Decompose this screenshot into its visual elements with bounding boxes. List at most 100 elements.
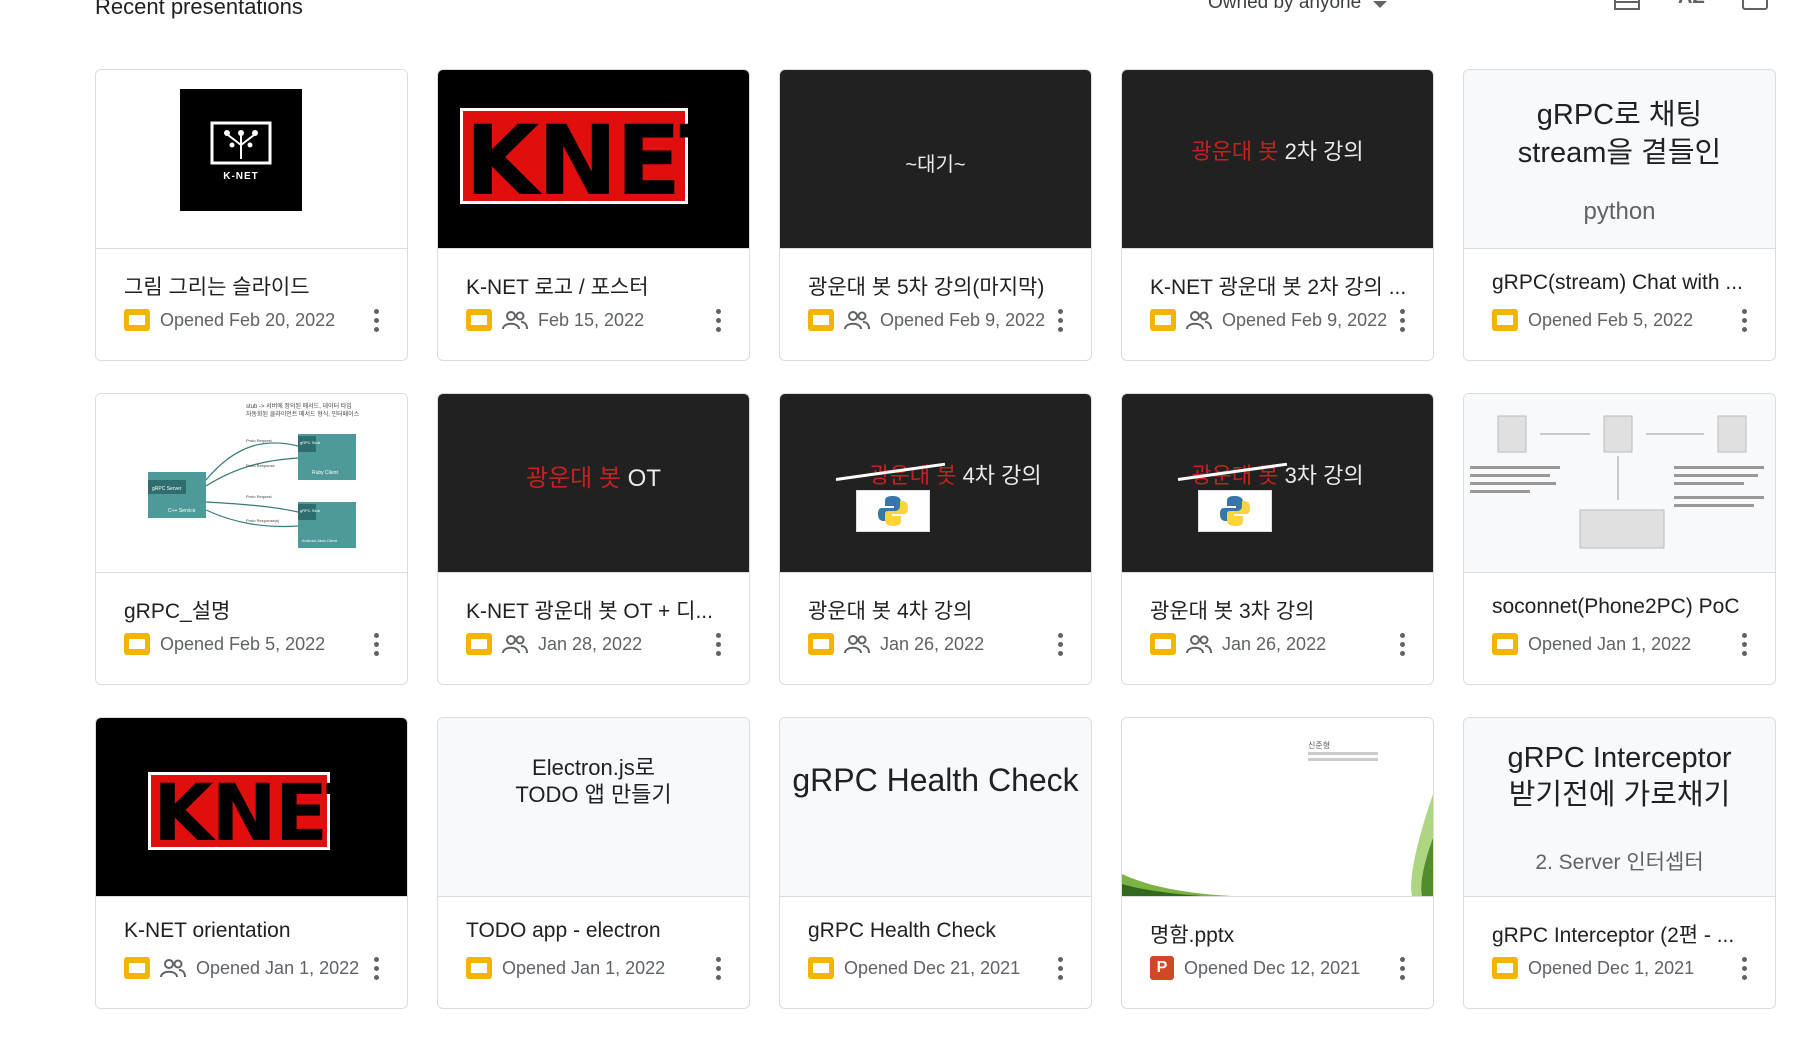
- card-thumbnail: stub -> 서버에 정의된 메서드, 데이터 타입 자동화된 클라이언트 메…: [96, 394, 407, 573]
- thumb-text: Electron.js로 TODO 앱 만들기: [438, 754, 749, 808]
- more-options-icon[interactable]: [713, 306, 723, 334]
- more-options-icon[interactable]: [1397, 306, 1407, 334]
- shared-people-icon: [1186, 635, 1212, 654]
- slides-icon: [124, 633, 150, 655]
- more-options-icon[interactable]: [371, 306, 381, 334]
- card-thumbnail: KNET: [96, 718, 407, 897]
- slides-icon: [1492, 309, 1518, 331]
- card-meta: Opened Jan 1, 2022: [124, 954, 359, 982]
- more-options-icon[interactable]: [1397, 954, 1407, 982]
- thumb-line-3: python: [1583, 198, 1656, 225]
- presentation-card[interactable]: gRPC Interceptor 받기전에 가로채기 2. Server 인터셉…: [1463, 717, 1776, 1009]
- section-title: Recent presentations: [95, 0, 303, 19]
- card-meta: Opened Jan 1, 2022: [466, 954, 665, 982]
- list-view-icon[interactable]: [1614, 0, 1640, 10]
- card-meta: Opened Feb 9, 2022: [1150, 306, 1387, 334]
- more-options-icon[interactable]: [1739, 630, 1749, 658]
- thumb-text: gRPC Interceptor 받기전에 가로채기: [1464, 740, 1775, 814]
- presentation-card[interactable]: ~대기~ 광운대 봇 5차 강의(마지막) Opened Feb 9, 2022: [779, 69, 1092, 361]
- knet-logo-text: KNET: [153, 769, 379, 859]
- presentation-card[interactable]: KNET K-NET 로고 / 포스터 Feb 15, 2022: [437, 69, 750, 361]
- python-icon: [878, 496, 908, 526]
- shared-people-icon: [844, 311, 870, 330]
- more-options-icon[interactable]: [713, 630, 723, 658]
- card-date: Jan 26, 2022: [1222, 633, 1327, 654]
- card-meta: Opened Feb 20, 2022: [124, 306, 335, 334]
- card-title: K-NET orientation: [124, 919, 291, 942]
- knet-logo: KNET: [460, 105, 745, 217]
- card-meta: Opened Feb 5, 2022: [124, 630, 325, 658]
- card-meta: Opened Feb 9, 2022: [808, 306, 1045, 334]
- sort-az-icon[interactable]: AZ: [1678, 0, 1705, 9]
- presentation-card[interactable]: gRPC Health Check gRPC Health Check Open…: [779, 717, 1092, 1009]
- card-meta: Jan 26, 2022: [1150, 630, 1326, 658]
- card-thumbnail: gRPC로 채팅 stream을 곁들인 python: [1464, 70, 1775, 249]
- presentation-card[interactable]: 광운대 봇 OT K-NET 광운대 봇 OT + 디... Jan 28, 2…: [437, 393, 750, 685]
- more-options-icon[interactable]: [371, 954, 381, 982]
- client-1-label: Ruby Client: [312, 470, 338, 476]
- stub-2-label: gRPC Stub: [300, 508, 321, 513]
- owner-filter-dropdown[interactable]: Owned by anyone: [1208, 0, 1388, 14]
- slides-icon: [124, 957, 150, 979]
- thumb-line-1: Electron.js로: [532, 755, 655, 780]
- thumb-line-2: 받기전에 가로채기: [1508, 779, 1731, 811]
- python-logo-icon: [1198, 490, 1272, 532]
- card-thumbnail: Electron.js로 TODO 앱 만들기: [438, 718, 749, 897]
- slides-icon: [808, 633, 834, 655]
- presentation-card[interactable]: soconnet(Phone2PC) PoC Opened Jan 1, 202…: [1463, 393, 1776, 685]
- presentation-card[interactable]: stub -> 서버에 정의된 메서드, 데이터 타입 자동화된 클라이언트 메…: [95, 393, 408, 685]
- more-options-icon[interactable]: [1055, 630, 1065, 658]
- card-title: K-NET 광운대 봇 2차 강의 ...: [1150, 276, 1407, 299]
- section-header: Recent presentations Owned by anyone AZ: [0, 0, 1803, 40]
- thumb-text: gRPC로 채팅 stream을 곁들인: [1464, 96, 1775, 172]
- presentation-card[interactable]: 신준형 명함.pptx P Opened Dec 12, 2021: [1121, 717, 1434, 1009]
- diagram-caption-2: 자동화된 클라이언트 메서드 형식, 인터페이스: [246, 410, 360, 418]
- card-thumbnail: KNET: [438, 70, 749, 249]
- slides-icon: [1150, 633, 1176, 655]
- owner-filter-label: Owned by anyone: [1208, 0, 1362, 13]
- presentation-card[interactable]: 광운대 봇 4차 강의 광운대 봇 4차 강의 Jan 26, 2022: [779, 393, 1092, 685]
- shared-people-icon: [844, 635, 870, 654]
- pptx-icon: P: [1150, 956, 1174, 980]
- card-thumbnail: ~대기~: [780, 70, 1091, 249]
- slides-icon: [1492, 957, 1518, 979]
- card-meta: Feb 15, 2022: [466, 306, 644, 334]
- slides-icon: [808, 309, 834, 331]
- slides-icon: [124, 309, 150, 331]
- thumb-text: 광운대 봇 4차 강의: [800, 458, 1091, 490]
- presentation-card[interactable]: 광운대 봇 2차 강의 K-NET 광운대 봇 2차 강의 ... Opened…: [1121, 69, 1434, 361]
- presentation-card[interactable]: 광운대 봇 3차 강의 광운대 봇 3차 강의 Jan 26, 2022: [1121, 393, 1434, 685]
- client-2-label: Android-Java Client: [302, 538, 338, 543]
- more-options-icon[interactable]: [1397, 630, 1407, 658]
- shared-people-icon: [502, 635, 528, 654]
- thumb-text-white: OT: [627, 465, 661, 492]
- request-label-1: Proto Request: [246, 438, 272, 443]
- thumb-text: 광운대 봇 2차 강의: [1122, 134, 1433, 166]
- response-label-2: Proto Response(s): [246, 518, 280, 523]
- card-date: Opened Feb 20, 2022: [160, 309, 336, 330]
- more-options-icon[interactable]: [1055, 954, 1065, 982]
- more-options-icon[interactable]: [1739, 954, 1749, 982]
- card-thumbnail: 광운대 봇 2차 강의: [1122, 70, 1433, 249]
- presentation-card[interactable]: K-NET 그림 그리는 슬라이드 Opened Feb 20, 2022: [95, 69, 408, 361]
- card-meta: P Opened Dec 12, 2021: [1150, 954, 1360, 982]
- presentation-card[interactable]: gRPC로 채팅 stream을 곁들인 python gRPC(stream)…: [1463, 69, 1776, 361]
- more-options-icon[interactable]: [713, 954, 723, 982]
- card-date: Opened Feb 9, 2022: [1222, 309, 1388, 330]
- thumb-text-white: 3차 강의: [1284, 463, 1364, 488]
- card-date: Opened Feb 5, 2022: [160, 633, 326, 654]
- more-options-icon[interactable]: [1055, 306, 1065, 334]
- thumb-line-2: TODO 앱 만들기: [515, 782, 672, 807]
- more-options-icon[interactable]: [371, 630, 381, 658]
- presentation-card[interactable]: KNET K-NET orientation Opened Jan 1, 202…: [95, 717, 408, 1009]
- more-options-icon[interactable]: [1739, 306, 1749, 334]
- slides-icon: [1492, 633, 1518, 655]
- folder-icon[interactable]: [1742, 0, 1768, 10]
- slides-icon: [466, 957, 492, 979]
- card-title: 광운대 봇 3차 강의: [1150, 600, 1315, 623]
- knet-logo-text: KNET: [465, 105, 745, 217]
- card-title: 명함.pptx: [1150, 924, 1235, 947]
- presentation-card[interactable]: Electron.js로 TODO 앱 만들기 TODO app - elect…: [437, 717, 750, 1009]
- card-thumbnail: 광운대 봇 3차 강의: [1122, 394, 1433, 573]
- thumb-line-2: stream을 곁들인: [1517, 137, 1722, 169]
